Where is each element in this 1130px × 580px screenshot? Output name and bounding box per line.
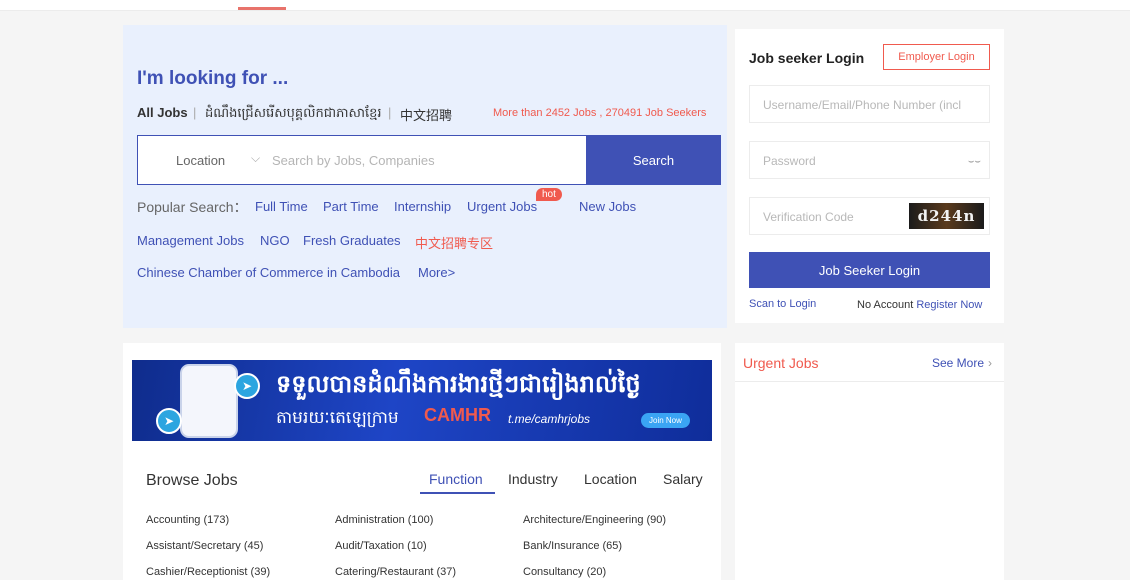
captcha-image[interactable]: d244n [909,203,984,229]
popular-urgent-jobs[interactable]: Urgent Jobs [467,199,537,214]
login-title: Job seeker Login [749,50,865,66]
telegram-icon: ➤ [156,408,182,434]
see-more-link[interactable]: See More › [932,356,992,370]
category-link[interactable]: Consultancy (20) [523,566,606,578]
popular-ngo[interactable]: NGO [260,233,290,248]
search-bar: Location ⌵ Search [137,135,721,185]
phone-mockup-image [180,364,238,438]
banner-url: t.me/camhrjobs [508,412,591,426]
see-more-label[interactable]: See More [932,356,984,370]
tab-function[interactable]: Function [429,471,483,487]
popular-search-label: Popular Search： [137,199,248,215]
eye-closed-icon[interactable]: ⌣⌣ [968,156,981,167]
language-switch-row: All Jobs | ដំណឹងជ្រើសរើសបុគ្គលិកជាភាសាខ្… [137,105,721,124]
popular-part-time[interactable]: Part Time [323,199,379,214]
active-tab-underline [420,492,495,494]
search-button[interactable]: Search [586,135,721,185]
popular-chinese-chamber[interactable]: Chinese Chamber of Commerce in Cambodia [137,265,400,280]
username-input[interactable] [763,94,978,116]
popular-more-link[interactable]: More> [418,265,455,280]
no-account-text: No Account Register Now [857,299,982,311]
verification-field: d244n [749,197,990,235]
popular-chinese-zone[interactable]: 中文招聘专区 [415,233,493,252]
chevron-down-icon[interactable]: ⌵ [251,151,260,166]
lang-khmer-link[interactable]: ដំណឹងជ្រើសរើសបុគ្គលិកជាភាសាខ្មែរ [205,105,382,124]
popular-internship[interactable]: Internship [394,199,451,214]
banner-brand-logo: CAMHR [424,405,491,425]
category-link[interactable]: Administration (100) [335,514,433,526]
category-link[interactable]: Audit/Taxation (10) [335,540,427,552]
username-field [749,85,990,123]
scan-to-login-link[interactable]: Scan to Login [749,298,816,310]
banner-subline: តាមរយៈតេឡេក្រាម [276,408,399,427]
tab-industry[interactable]: Industry [508,471,558,487]
job-seeker-login-button[interactable]: Job Seeker Login [749,252,990,288]
telegram-icon: ➤ [234,373,260,399]
stats-text: More than 2452 Jobs , 270491 Job Seekers [493,107,707,119]
category-link[interactable]: Architecture/Engineering (90) [523,514,666,526]
search-input[interactable] [272,144,584,176]
popular-management-jobs[interactable]: Management Jobs [137,233,244,248]
category-link[interactable]: Catering/Restaurant (37) [335,566,456,578]
popular-new-jobs[interactable]: New Jobs [579,199,636,214]
hero-search-panel: I'm looking for ... All Jobs | ដំណឹងជ្រើ… [123,25,727,328]
popular-fresh-graduates[interactable]: Fresh Graduates [303,233,401,248]
no-account-label: No Account [857,299,914,311]
join-now-button[interactable]: Join Now [641,413,690,428]
register-now-link[interactable]: Register Now [916,299,982,311]
password-input[interactable] [763,150,953,172]
chevron-right-icon[interactable]: › [988,356,992,370]
hero-title: I'm looking for ... [137,68,289,89]
active-nav-indicator [238,7,286,10]
verification-input[interactable] [763,206,903,228]
browse-jobs-title: Browse Jobs [146,472,238,489]
tab-salary[interactable]: Salary [663,471,703,487]
separator: | [388,105,392,120]
hot-badge: hot [536,188,562,201]
urgent-jobs-panel: Urgent Jobs See More › [735,343,1004,580]
separator: | [193,105,197,120]
popular-full-time[interactable]: Full Time [255,199,308,214]
category-link[interactable]: Accounting (173) [146,514,229,526]
location-select[interactable]: Location [176,153,225,168]
category-link[interactable]: Bank/Insurance (65) [523,540,622,552]
password-field: ⌣⌣ [749,141,990,179]
category-link[interactable]: Assistant/Secretary (45) [146,540,263,552]
telegram-banner[interactable]: ➤ ➤ ទទួលបានដំណឹងការងារថ្មីៗជារៀងរាល់ថ្ងៃ… [132,360,712,441]
employer-login-button[interactable]: Employer Login [883,44,990,70]
banner-headline: ទទួលបានដំណឹងការងារថ្មីៗជារៀងរាល់ថ្ងៃ [276,371,641,398]
urgent-jobs-title: Urgent Jobs [743,355,819,371]
top-nav-bar [0,0,1130,11]
tab-location[interactable]: Location [584,471,637,487]
lang-chinese-link[interactable]: 中文招聘 [400,105,452,124]
urgent-jobs-header: Urgent Jobs See More › [735,343,1004,382]
category-link[interactable]: Cashier/Receptionist (39) [146,566,270,578]
lang-all-jobs-link[interactable]: All Jobs [137,105,188,120]
job-seeker-login-panel: Job seeker Login Employer Login ⌣⌣ d244n… [735,29,1004,323]
browse-jobs-panel: ➤ ➤ ទទួលបានដំណឹងការងារថ្មីៗជារៀងរាល់ថ្ងៃ… [123,343,721,580]
